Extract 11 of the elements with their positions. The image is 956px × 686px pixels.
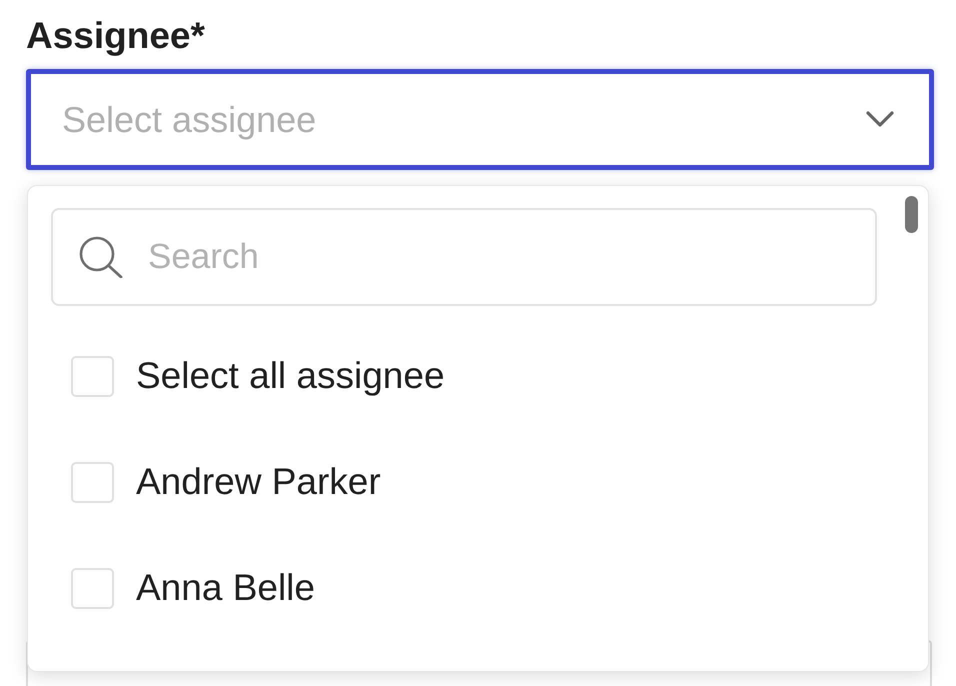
checkbox[interactable]	[71, 356, 114, 396]
assignee-option[interactable]: Select all assignee	[51, 323, 455, 429]
assignee-option[interactable]: Andrew Parker	[51, 429, 391, 535]
scrollbar-thumb[interactable]	[905, 196, 918, 233]
field-label: Assignee*	[26, 14, 205, 58]
assignee-option[interactable]: Anna Belle	[51, 535, 325, 641]
search-field[interactable]: Search	[51, 208, 877, 306]
checkbox[interactable]	[71, 568, 114, 608]
search-icon	[79, 236, 123, 278]
chevron-down-icon	[866, 111, 894, 128]
checkbox[interactable]	[71, 462, 114, 502]
